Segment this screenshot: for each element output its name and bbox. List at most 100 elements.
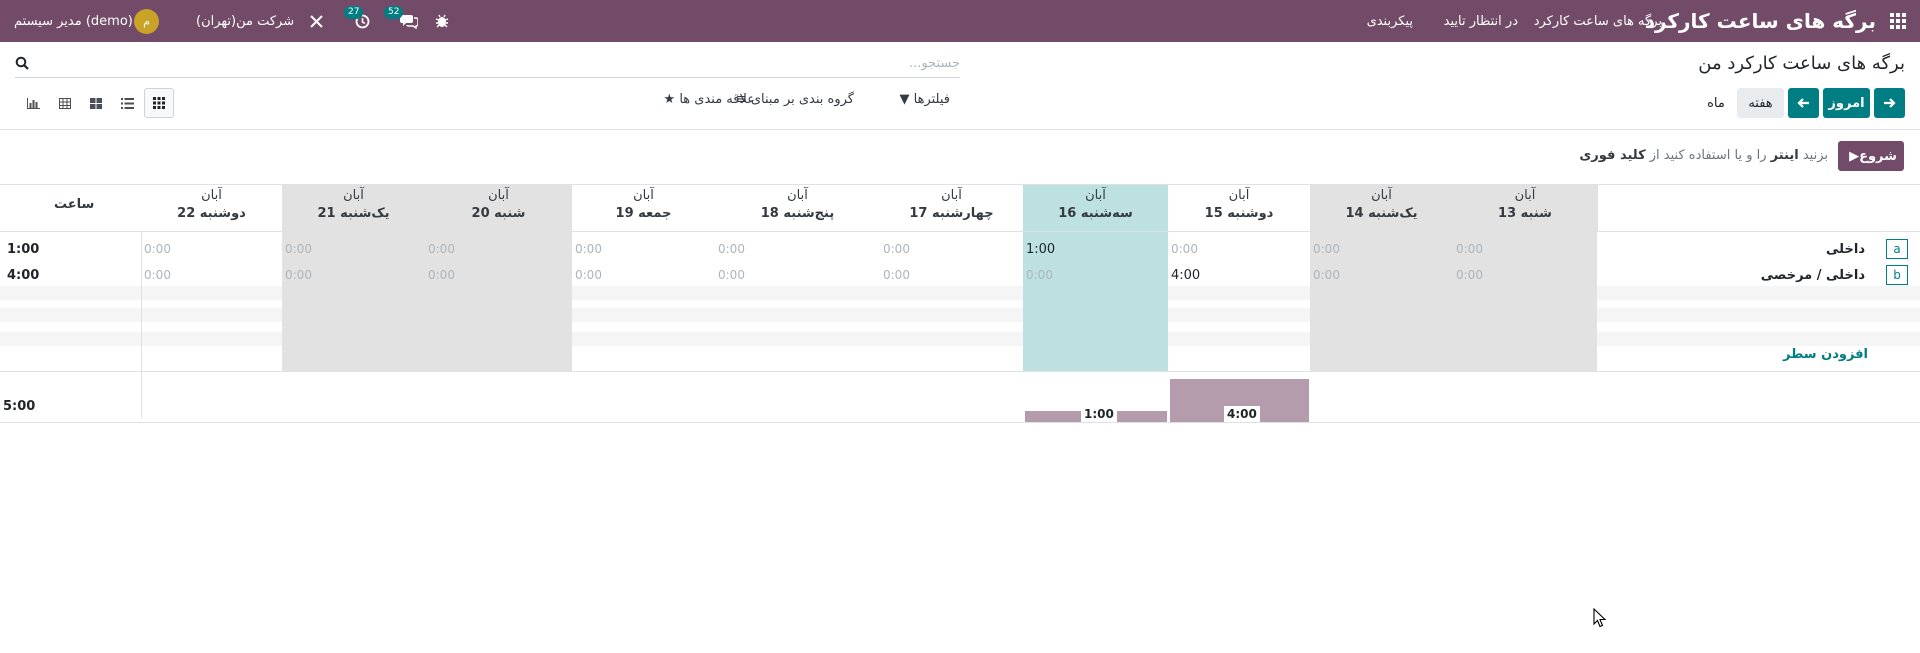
- kanban-view-icon: [90, 97, 102, 109]
- grid-cell[interactable]: 0:00: [285, 268, 312, 282]
- grid-cell[interactable]: 0:00: [883, 242, 910, 256]
- day-header-month: آبان: [488, 188, 509, 203]
- day-header-month: آبان: [201, 188, 222, 203]
- grid-cell[interactable]: 4:00: [1171, 268, 1200, 283]
- grid-cell[interactable]: 0:00: [285, 242, 312, 256]
- day-header-day: یک‌شنبه 14: [1345, 206, 1418, 221]
- row-label: داخلی / مرخصی: [1760, 268, 1865, 283]
- pivot-view-icon: [59, 97, 71, 109]
- graph-view-button[interactable]: [18, 88, 48, 118]
- day-header-day: سه‌شنبه 16: [1058, 206, 1133, 221]
- day-header: آبان شنبه 20: [425, 187, 572, 223]
- grid-cell[interactable]: 0:00: [575, 268, 602, 282]
- day-header: آبان یک‌شنبه 14: [1310, 187, 1453, 223]
- grid-cell[interactable]: 1:00: [1026, 242, 1055, 257]
- previous-button[interactable]: [1788, 88, 1819, 118]
- day-header: آبان شنبه 13: [1453, 187, 1597, 223]
- grid-cell[interactable]: 0:00: [1313, 268, 1340, 282]
- day-header-day: شنبه 13: [1498, 206, 1552, 221]
- grid-cell[interactable]: 0:00: [1456, 268, 1483, 282]
- day-header-day: جمعه 19: [615, 206, 672, 221]
- pivot-view-button[interactable]: [50, 88, 80, 118]
- messages-badge: 52: [384, 6, 404, 19]
- day-header: آبان پنج‌شنبه 18: [715, 187, 880, 223]
- menu-to-validate[interactable]: در انتظار تایید: [1444, 0, 1518, 42]
- timer-hint: بزنید اینتر را و یا استفاده کنید از کلید…: [1579, 148, 1828, 163]
- grid-cell[interactable]: 0:00: [144, 268, 171, 282]
- grid-cell[interactable]: 0:00: [428, 242, 455, 256]
- timesheet-grid: افزودن سطر ساعت 5:00 آبان شنبه 13 آبان یک‌ش…: [0, 184, 1920, 423]
- user-menu[interactable]: مدیر سیستم (demo): [14, 0, 133, 42]
- grand-total: 5:00: [3, 399, 36, 414]
- tools-icon[interactable]: [310, 0, 324, 42]
- add-line-link[interactable]: افزودن سطر: [1783, 347, 1868, 362]
- week-button[interactable]: هفته: [1737, 88, 1784, 118]
- day-header-month: آبان: [633, 188, 654, 203]
- search-input[interactable]: [60, 50, 960, 76]
- filters-dropdown[interactable]: ▼ فیلترها: [900, 92, 951, 107]
- grid-line: [0, 422, 1920, 423]
- grid-cell[interactable]: 0:00: [718, 268, 745, 282]
- day-header: آبان دوشنبه 22: [141, 187, 282, 223]
- daily-total-label: 4:00: [1224, 406, 1260, 422]
- grid-line: [141, 231, 142, 418]
- grid-cell[interactable]: 0:00: [1456, 242, 1483, 256]
- day-header: آبان یک‌شنبه 21: [282, 187, 425, 223]
- mouse-cursor-icon: [1593, 608, 1607, 628]
- start-timer-button[interactable]: ▶ شروع: [1838, 141, 1904, 171]
- grid-line: [1597, 184, 1598, 231]
- today-button[interactable]: امروز: [1823, 88, 1870, 118]
- user-avatar[interactable]: م: [134, 0, 159, 42]
- total-column-header: ساعت: [54, 197, 95, 212]
- filter-icon: ▼: [899, 92, 910, 107]
- grid-cell[interactable]: 0:00: [428, 268, 455, 282]
- grid-cell[interactable]: 0:00: [144, 242, 171, 256]
- grid-cell[interactable]: 0:00: [575, 242, 602, 256]
- menu-timesheets[interactable]: برگه های ساعت کارکرد: [1534, 0, 1662, 42]
- menu-configuration[interactable]: پیکربندی: [1367, 0, 1413, 42]
- grid-cell[interactable]: 0:00: [1313, 242, 1340, 256]
- favorites-dropdown[interactable]: ★ علاقه مندی ها: [664, 92, 755, 107]
- grid-view-button[interactable]: [144, 88, 174, 118]
- list-view-button[interactable]: [112, 88, 142, 118]
- company-switcher[interactable]: شرکت من(تهران): [196, 0, 294, 42]
- day-header-day: چهارشنبه 17: [909, 206, 994, 221]
- search-icon[interactable]: [15, 56, 29, 70]
- bug-icon[interactable]: [435, 0, 449, 42]
- day-header-day: پنج‌شنبه 18: [760, 206, 835, 221]
- grid-line: [0, 231, 1920, 232]
- search-bar: [15, 50, 960, 78]
- chat-icon[interactable]: [400, 0, 420, 42]
- row-shortcut-key: a: [1886, 239, 1908, 259]
- next-button[interactable]: [1874, 88, 1905, 118]
- page-title: برگه های ساعت کارکرد من: [1698, 53, 1905, 74]
- day-header-month: آبان: [787, 188, 808, 203]
- arrow-left-icon: [1797, 98, 1809, 108]
- day-header-day: شنبه 20: [471, 206, 526, 221]
- play-icon: ▶: [1849, 148, 1860, 164]
- grid-cell[interactable]: 0:00: [718, 242, 745, 256]
- day-header-month: آبان: [941, 188, 962, 203]
- day-header-day: دوشنبه 22: [177, 206, 246, 221]
- star-icon: ★: [663, 92, 676, 107]
- grid-cell[interactable]: 0:00: [1171, 242, 1198, 256]
- graph-view-icon: [26, 97, 40, 109]
- top-navbar: برگه های ساعت کارکرد برگه های ساعت کارکر…: [0, 0, 1920, 42]
- day-header: آبان سه‌شنبه 16: [1023, 187, 1168, 223]
- day-header: آبان چهارشنبه 17: [880, 187, 1023, 223]
- kanban-view-button[interactable]: [81, 88, 111, 118]
- day-header: آبان دوشنبه 15: [1168, 187, 1310, 223]
- apps-grid-icon[interactable]: [1886, 0, 1910, 42]
- grid-cell[interactable]: 0:00: [1026, 268, 1053, 282]
- day-header-month: آبان: [343, 188, 364, 203]
- arrow-right-icon: [1884, 98, 1896, 108]
- grid-cell[interactable]: 0:00: [883, 268, 910, 282]
- control-panel-divider: [0, 129, 1920, 130]
- month-button[interactable]: ماه: [1699, 88, 1733, 118]
- day-header-month: آبان: [1228, 188, 1250, 203]
- day-header-month: آبان: [1514, 188, 1536, 203]
- day-header-month: آبان: [1371, 188, 1392, 203]
- day-header-month: آبان: [1085, 188, 1106, 203]
- app-brand[interactable]: برگه های ساعت کارکرد: [1645, 0, 1876, 42]
- day-header-day: یک‌شنبه 21: [317, 206, 390, 221]
